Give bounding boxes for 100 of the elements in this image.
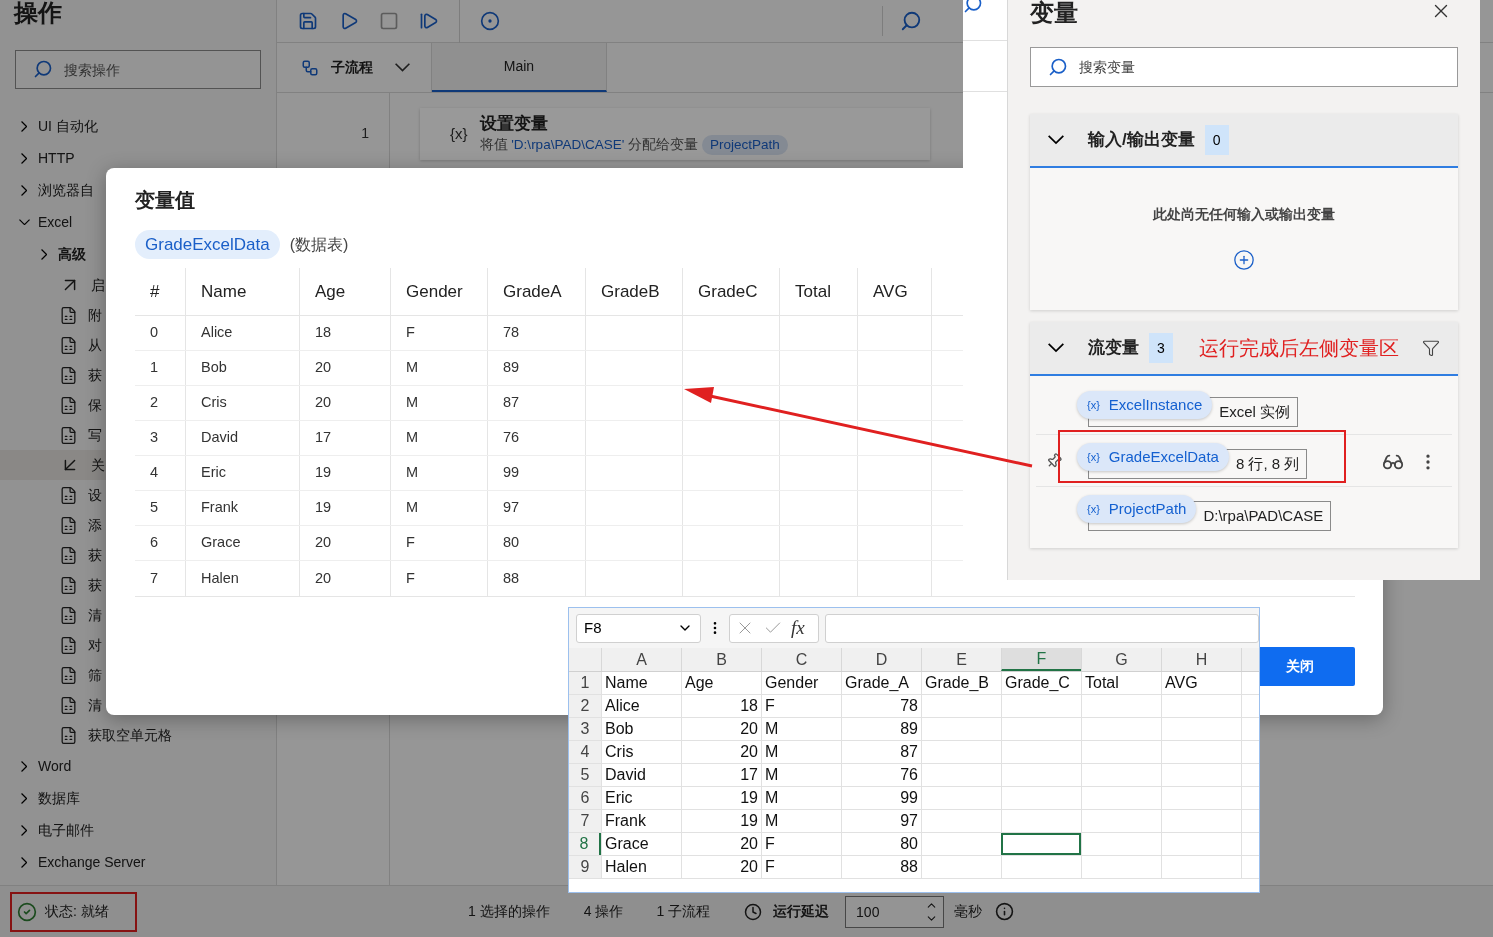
annotation-text: 运行完成后左侧变量区 xyxy=(1198,336,1399,361)
sheet-cell-text: David xyxy=(605,765,646,785)
table-cell-text: 88 xyxy=(503,568,520,588)
table-cell-text: Cris xyxy=(201,393,227,413)
table-cell-text: 76 xyxy=(503,428,520,448)
table-cell-text: 17 xyxy=(315,428,332,448)
table-cell-text: 97 xyxy=(503,498,520,518)
sheet-cell-text: 78 xyxy=(900,696,918,716)
variable-value: D:\rpa\PAD\CASE xyxy=(1203,505,1324,526)
variable-value: Excel 实例 xyxy=(1219,401,1291,422)
column-header: # xyxy=(149,280,161,303)
column-header: AVG xyxy=(857,268,931,315)
table-cell-text: 7 xyxy=(150,568,159,588)
sheet-cell-text: Eric xyxy=(605,788,633,808)
section-title: 流变量 xyxy=(1088,337,1139,360)
sheet-cell-text: 80 xyxy=(900,834,918,854)
table-cell-text: 18 xyxy=(315,323,332,343)
table-cell-text: M xyxy=(406,463,419,483)
table-cell-text: 0 xyxy=(150,323,159,343)
table-cell-text: 87 xyxy=(503,393,520,413)
sheet-cell-text: 17 xyxy=(740,765,758,785)
variable-symbol: {x} xyxy=(450,123,468,144)
subflows-count: 1 子流程 xyxy=(656,902,711,921)
table-cell-text: 2 xyxy=(150,393,159,413)
sheet-cell-text: Frank xyxy=(605,811,646,831)
actions-count: 4 操作 xyxy=(583,902,624,921)
sheet-cell-text: Halen xyxy=(605,857,647,877)
table-cell-text: 89 xyxy=(503,358,520,378)
sheet-cell-text: Grade_C xyxy=(1005,673,1070,693)
sheet-cell-text: 88 xyxy=(900,857,918,877)
sheet-cell-text: 18 xyxy=(740,696,758,716)
table-cell-text: F xyxy=(406,568,415,588)
count-badge: 0 xyxy=(1204,125,1229,155)
table-cell-text: M xyxy=(406,428,419,448)
table-cell-text: M xyxy=(406,358,419,378)
table-cell-text: M xyxy=(406,498,419,518)
variable-value: 8 行, 8 列 xyxy=(1235,453,1300,474)
table-cell-text: 20 xyxy=(315,358,332,378)
sheet-cell-text: F xyxy=(765,834,775,854)
line-number: 1 xyxy=(360,124,370,143)
variable-chip: GradeExcelData xyxy=(135,230,280,259)
sheet-cell-text: Age xyxy=(685,673,714,693)
table-cell-text: F xyxy=(406,533,415,553)
delay-label: 运行延迟 xyxy=(773,902,830,921)
column-header: Age xyxy=(299,268,390,315)
sheet-cell-text: Alice xyxy=(605,696,640,716)
column-header: GradeB xyxy=(585,268,682,315)
sheet-cell-text: 19 xyxy=(740,788,758,808)
table-cell-text: 19 xyxy=(315,498,332,518)
sheet-cell-text: 76 xyxy=(900,765,918,785)
selected-actions-count: 1 选择的操作 xyxy=(468,902,550,921)
value-text: 'D:\rpa\PAD\CASE' xyxy=(511,135,625,154)
sheet-cell-text: Bob xyxy=(605,719,634,739)
sheet-cell-text: Total xyxy=(1085,673,1119,693)
table-cell-text: 20 xyxy=(315,533,332,553)
table-cell-text: Alice xyxy=(201,323,233,343)
empty-message: 此处尚无任何输入或输出变量 xyxy=(1153,205,1335,224)
table-cell-text: 3 xyxy=(150,428,159,448)
sheet-cell-text: M xyxy=(765,742,779,762)
table-cell-text: 20 xyxy=(315,393,332,413)
sheet-cell-text: AVG xyxy=(1165,673,1198,693)
variable-chip: ProjectPath xyxy=(702,134,788,156)
sheet-cell-text: Grade_B xyxy=(925,673,990,693)
delay-unit: 毫秒 xyxy=(954,902,983,921)
table-cell-text: Halen xyxy=(201,568,239,588)
table-cell-text: 78 xyxy=(503,323,520,343)
sheet-cell-text: F xyxy=(765,857,775,877)
table-cell-text: 4 xyxy=(150,463,159,483)
status-text: 状态: 就绪 xyxy=(45,902,109,921)
variable-type: (数据表) xyxy=(289,234,349,255)
sheet-cell-text: Grace xyxy=(605,834,649,854)
table-cell-text: Frank xyxy=(201,498,239,518)
table-cell-text: 19 xyxy=(315,463,332,483)
sheet-cell-text: F xyxy=(765,696,775,716)
sheet-cell-text: 97 xyxy=(900,811,918,831)
table-cell-text: 20 xyxy=(315,568,332,588)
description-text: 将值 xyxy=(479,135,509,154)
table-cell-text: 5 xyxy=(150,498,159,518)
action-title: 设置变量 xyxy=(479,112,549,135)
table-cell-text: Grace xyxy=(201,533,241,553)
sheet-cell-text: 20 xyxy=(740,834,758,854)
table-cell-text: Eric xyxy=(201,463,226,483)
dialog-title: 变量值 xyxy=(135,188,195,213)
column-header: Gender xyxy=(390,268,487,315)
description-text: 分配给变量 xyxy=(627,135,698,154)
sheet-cell-text: M xyxy=(765,811,779,831)
column-header: Total xyxy=(779,268,857,315)
table-cell-text: David xyxy=(201,428,239,448)
table-cell-text: Bob xyxy=(201,358,227,378)
sheet-cell-text: Cris xyxy=(605,742,634,762)
sheet-cell-text: M xyxy=(765,765,779,785)
sheet-cell-text: Name xyxy=(605,673,648,693)
column-header: GradeC xyxy=(682,268,779,315)
table-cell-text: 6 xyxy=(150,533,159,553)
sheet-cell-text: M xyxy=(765,719,779,739)
table-cell-text: F xyxy=(406,323,415,343)
sheet-cell-text: Gender xyxy=(765,673,819,693)
sheet-cell-text: Grade_A xyxy=(845,673,910,693)
sheet-cell-text: 99 xyxy=(900,788,918,808)
sheet-cell-text: 20 xyxy=(740,857,758,877)
